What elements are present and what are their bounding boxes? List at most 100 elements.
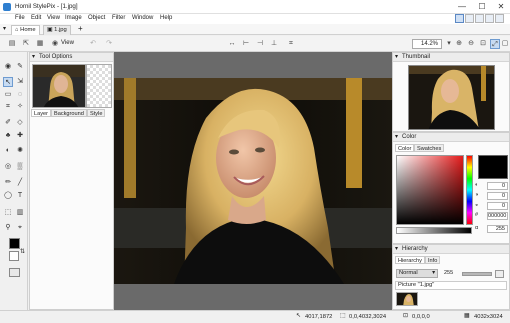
hierarchy-item-label: Picture "1.jpg" (398, 282, 435, 288)
eyedropper-icon[interactable]: ⌖ (15, 223, 25, 233)
hue-slider[interactable] (466, 155, 473, 225)
blur-icon[interactable]: ✺ (15, 146, 25, 156)
magic-wand-icon[interactable]: ✧ (15, 102, 25, 112)
selection-bounds: 0,0,4032,3024 (349, 314, 387, 320)
undo-icon[interactable]: ↶ (88, 39, 98, 49)
pin-icon[interactable]: ▾ (32, 53, 35, 62)
layout-5-icon[interactable] (495, 14, 504, 23)
pin-icon[interactable]: ▾ (395, 53, 398, 62)
save-icon[interactable]: ▦ (35, 39, 45, 49)
tab-menu-icon[interactable]: ▾ (3, 25, 6, 32)
rect-select-icon[interactable]: ▭ (3, 90, 13, 100)
channel-g-field[interactable]: 0 (487, 192, 508, 200)
menu-object[interactable]: Object (88, 15, 105, 21)
thumbnail-image[interactable] (408, 65, 495, 130)
tab-color[interactable]: Color (395, 144, 415, 152)
cursor-icon: ↖ (296, 313, 301, 319)
tool-options-panel: ▾ Tool Options Layer Background Style (29, 52, 114, 310)
hierarchy-item-thumbnail (396, 292, 418, 306)
new-file-icon[interactable]: ▤ (7, 39, 17, 49)
dodge-icon[interactable]: ◐ (3, 146, 13, 156)
minimize-button[interactable]: — (452, 0, 472, 14)
gradient-icon[interactable]: ▥ (15, 208, 25, 218)
export-icon[interactable]: ⇱ (21, 39, 31, 49)
redeye-icon[interactable]: ◎ (3, 162, 13, 172)
tab-hierarchy[interactable]: Hierarchy (395, 256, 425, 264)
channel-b-field[interactable]: 0 (487, 202, 508, 210)
menu-image[interactable]: Image (65, 15, 82, 21)
align-center-icon[interactable]: ⊣ (255, 39, 265, 49)
text-tool-icon[interactable]: T (15, 191, 25, 201)
menu-window[interactable]: Window (132, 15, 153, 21)
align-left-icon[interactable]: ⊢ (241, 39, 251, 49)
pen-tool-icon[interactable]: ✎ (15, 62, 25, 72)
foreground-color-swatch[interactable] (9, 238, 20, 249)
zoom-tool-icon[interactable]: ⚲ (3, 223, 13, 233)
opacity-slider[interactable] (462, 272, 492, 276)
canvas-image[interactable] (114, 78, 392, 284)
menu-help[interactable]: Help (160, 15, 172, 21)
hierarchy-item[interactable]: Picture "1.jpg" (395, 281, 507, 290)
alpha-slider[interactable] (396, 227, 472, 234)
blend-mode-select[interactable]: Normal ▾ (396, 269, 438, 278)
hex-field[interactable]: 000000 (487, 212, 508, 220)
view-tool-icon[interactable]: ◉ (3, 62, 13, 72)
brush-icon[interactable]: ✐ (3, 118, 13, 128)
opacity-value: 255 (444, 270, 454, 276)
pencil-icon[interactable]: ✏ (3, 178, 13, 188)
menu-filter[interactable]: Filter (112, 15, 125, 21)
redo-icon[interactable]: ↷ (104, 39, 114, 49)
shape-icon[interactable]: ◯ (3, 191, 13, 201)
sponge-icon[interactable]: ▒ (15, 162, 25, 172)
layout-1-icon[interactable] (455, 14, 464, 23)
resize-icon[interactable]: ↔ (227, 39, 237, 49)
background-color-swatch[interactable] (9, 251, 19, 261)
layout-2-icon[interactable] (465, 14, 474, 23)
tab-swatches[interactable]: Swatches (414, 144, 445, 152)
view-eye-icon[interactable]: ◉ (50, 39, 60, 49)
pin-icon[interactable]: ▾ (395, 245, 398, 254)
eraser-icon[interactable]: ◇ (15, 118, 25, 128)
crop-tool-icon[interactable]: ⌗ (3, 102, 13, 112)
fill-icon[interactable]: ⬚ (3, 208, 13, 218)
view-button[interactable]: View (61, 40, 74, 46)
transform-tool-icon[interactable]: ⇲ (15, 77, 25, 87)
fit-window-icon[interactable]: ⤢ (490, 39, 500, 49)
tab-document[interactable]: ▣ 1.jpg (43, 25, 71, 35)
move-tool-icon[interactable]: ↖ (3, 77, 13, 87)
zoom-in-icon[interactable]: ⊕ (454, 39, 464, 49)
swap-colors-icon[interactable]: ⇅ (20, 248, 25, 255)
new-tab-button[interactable]: + (78, 24, 83, 33)
align-right-icon[interactable]: ⊥ (269, 39, 279, 49)
actual-size-icon[interactable]: ⊡ (478, 39, 488, 49)
alpha-field[interactable]: 255 (487, 225, 508, 233)
lasso-icon[interactable]: ◌ (15, 90, 25, 100)
tab-layer[interactable]: Layer (31, 109, 51, 117)
window-title: Hornil StylePix - [1.jpg] (15, 3, 78, 10)
zoom-dropdown-icon[interactable]: ▾ (444, 39, 454, 49)
maximize-button[interactable]: ☐ (472, 0, 492, 14)
channel-r-field[interactable]: 0 (487, 182, 508, 190)
menu-file[interactable]: File (15, 15, 25, 21)
heal-icon[interactable]: ✚ (15, 131, 25, 141)
tab-style[interactable]: Style (87, 109, 106, 117)
opacity-reset-icon[interactable] (495, 270, 504, 278)
layout-4-icon[interactable] (485, 14, 494, 23)
crop-icon[interactable]: ⌗ (286, 39, 296, 49)
layout-3-icon[interactable] (475, 14, 484, 23)
color-field[interactable] (396, 155, 464, 225)
tool-strip: ◉ ✎ ↖ ⇲ ▭ ◌ ⌗ ✧ ✐ ◇ ♣ ✚ ◐ ✺ ◎ ▒ ✏ ╱ ◯ T … (0, 52, 28, 310)
quick-mask-icon[interactable] (9, 268, 20, 277)
menu-edit[interactable]: Edit (31, 15, 41, 21)
zoom-out-icon[interactable]: ⊖ (466, 39, 476, 49)
zoom-input[interactable]: 14.2% (412, 39, 442, 49)
pin-icon[interactable]: ▾ (395, 133, 398, 142)
clone-icon[interactable]: ♣ (3, 131, 13, 141)
tab-home[interactable]: ⌂ Home (11, 25, 40, 35)
tab-info[interactable]: Info (425, 256, 441, 264)
fullscreen-icon[interactable]: ▢ (500, 39, 510, 49)
line-icon[interactable]: ╱ (15, 178, 25, 188)
menu-view[interactable]: View (47, 15, 60, 21)
tab-background[interactable]: Background (51, 109, 87, 117)
close-button[interactable]: ✕ (491, 0, 510, 14)
